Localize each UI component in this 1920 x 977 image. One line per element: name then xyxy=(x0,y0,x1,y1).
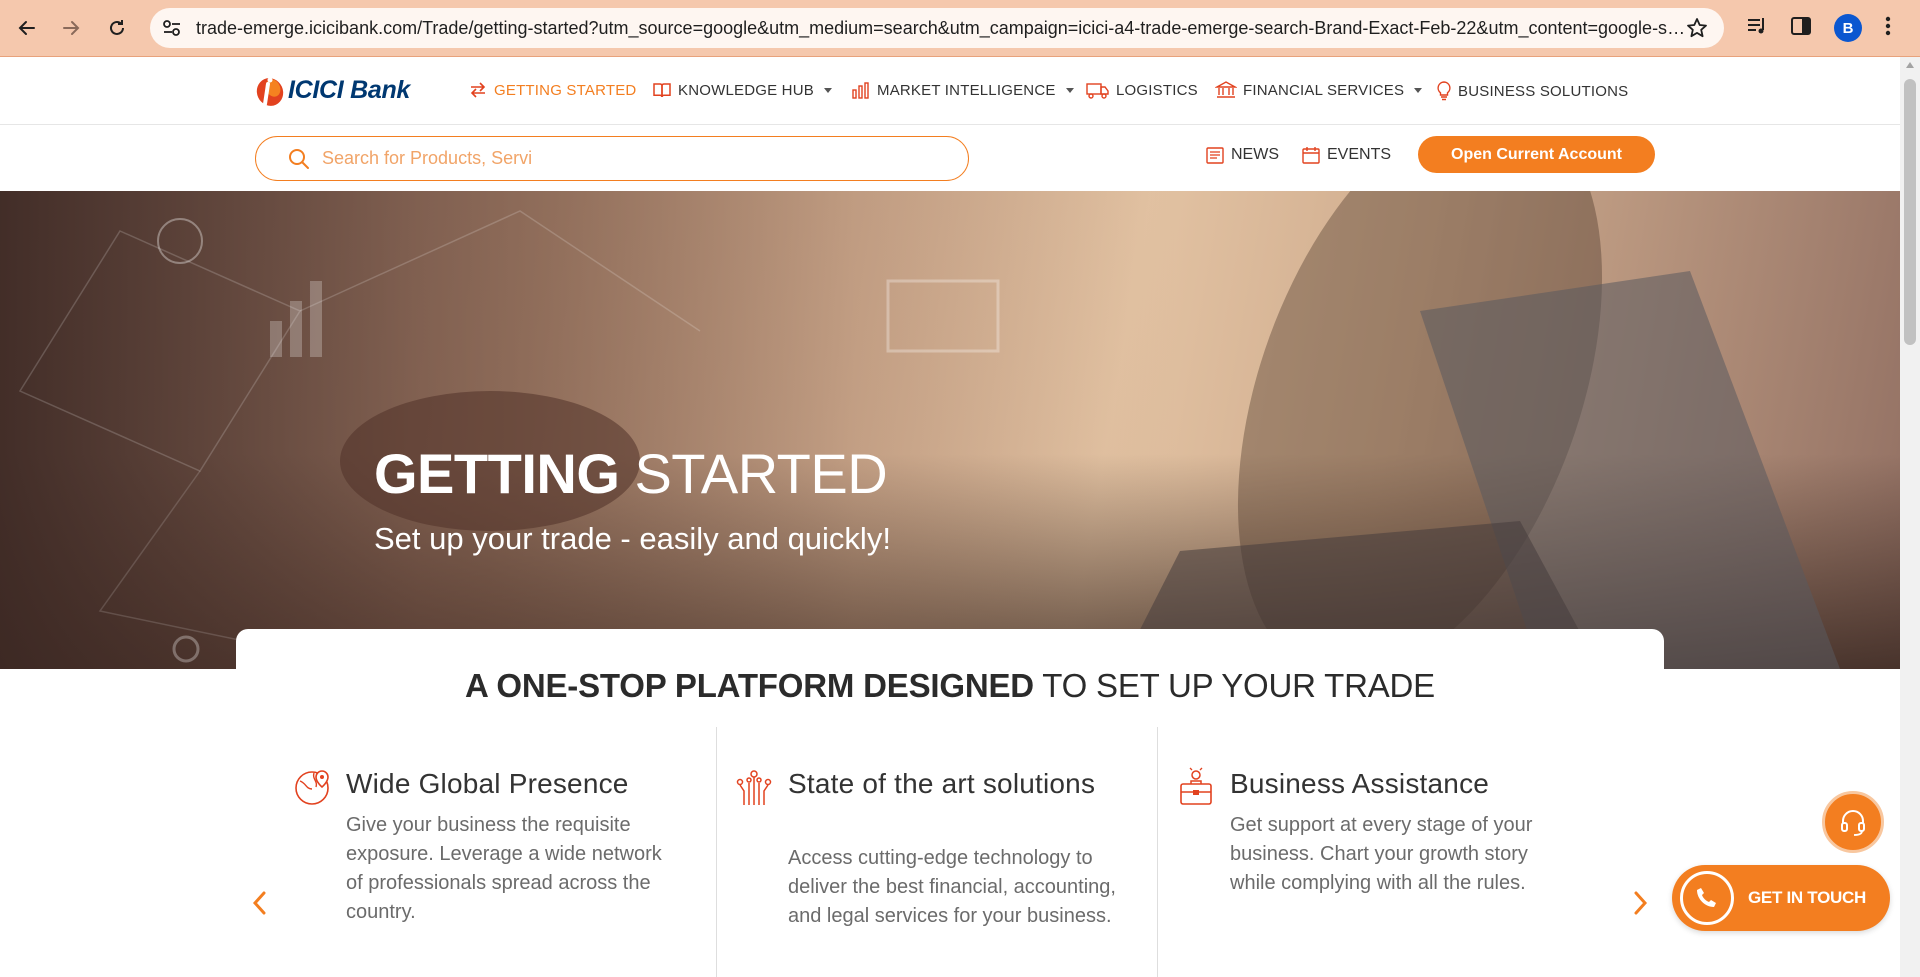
open-current-account-button[interactable]: Open Current Account xyxy=(1418,136,1655,173)
get-in-touch-button[interactable]: GET IN TOUCH xyxy=(1672,865,1890,931)
menu-knowledge-hub[interactable]: KNOWLEDGE HUB xyxy=(652,81,832,99)
bookmark-star-icon[interactable] xyxy=(1686,17,1708,39)
icici-logo[interactable]: ICICI Bank xyxy=(254,70,410,110)
chevron-down-icon xyxy=(823,87,832,93)
menu-label: KNOWLEDGE HUB xyxy=(678,81,814,99)
hero-title: GETTING STARTED xyxy=(374,441,888,506)
hero-subtitle: Set up your trade - easily and quickly! xyxy=(374,521,891,556)
arrows-exchange-icon xyxy=(470,82,486,98)
arrow-right-icon xyxy=(63,21,80,35)
carousel-next-icon[interactable] xyxy=(1630,889,1650,917)
icici-logo-mark-icon xyxy=(254,74,286,106)
hero-title-rest: STARTED xyxy=(619,442,888,505)
profile-avatar[interactable]: B xyxy=(1834,14,1862,42)
chevron-down-icon xyxy=(1065,87,1074,93)
phone-icon xyxy=(1697,888,1716,907)
arrow-left-icon xyxy=(18,21,35,35)
headset-icon xyxy=(1841,810,1865,836)
forward-button[interactable] xyxy=(56,13,86,43)
reload-icon xyxy=(110,20,124,35)
bank-icon xyxy=(1215,81,1237,98)
logo-text: ICICI Bank xyxy=(288,75,411,104)
menu-label: FINANCIAL SERVICES xyxy=(1243,81,1405,99)
search-icon[interactable] xyxy=(288,148,310,170)
feature-divider xyxy=(1157,727,1158,977)
kebab-menu-icon[interactable] xyxy=(1882,13,1894,39)
menu-label: MARKET INTELLIGENCE xyxy=(877,81,1056,99)
hero-title-bold: GETTING xyxy=(374,442,620,505)
menu-getting-started[interactable]: GETTING STARTED xyxy=(468,81,636,99)
events-label: EVENTS xyxy=(1327,146,1392,163)
hero-banner: GETTING STARTED Set up your trade - easi… xyxy=(0,191,1900,669)
bar-chart-icon xyxy=(852,82,869,99)
menu-business-solutions[interactable]: BUSINESS SOLUTIONS xyxy=(1436,81,1628,101)
page-scrollbar[interactable] xyxy=(1900,57,1920,977)
feature-description: Get support at every stage of your busin… xyxy=(1230,814,1533,894)
menu-logistics[interactable]: LOGISTICS xyxy=(1086,81,1198,99)
menu-financial-services[interactable]: FINANCIAL SERVICES xyxy=(1215,81,1423,99)
site-settings-icon[interactable] xyxy=(162,19,182,37)
news-link[interactable]: NEWS xyxy=(1205,145,1279,165)
top-navigation: ICICI Bank GETTING STARTED KNOWLEDGE HUB… xyxy=(0,57,1900,125)
feature-description: Give your business the requisite exposur… xyxy=(346,814,662,923)
carousel-prev-icon[interactable] xyxy=(250,889,270,917)
chevron-down-icon xyxy=(1414,87,1423,93)
back-button[interactable] xyxy=(12,13,42,43)
page-viewport: ICICI Bank GETTING STARTED KNOWLEDGE HUB… xyxy=(0,57,1900,977)
platform-heading-rest: TO SET UP YOUR TRADE xyxy=(1033,667,1435,704)
side-panel-icon[interactable] xyxy=(1790,13,1812,39)
phone-badge xyxy=(1680,871,1734,925)
feature-description: Access cutting-edge technology to delive… xyxy=(788,847,1116,927)
menu-label: BUSINESS SOLUTIONS xyxy=(1458,82,1629,100)
events-link[interactable]: EVENTS xyxy=(1301,145,1391,165)
browser-toolbar: trade-emerge.icicibank.com/Trade/getting… xyxy=(0,0,1920,57)
get-in-touch-label: GET IN TOUCH xyxy=(1748,888,1866,907)
book-icon xyxy=(653,83,671,98)
support-button[interactable] xyxy=(1822,791,1884,853)
calendar-icon xyxy=(1302,147,1320,164)
truck-icon xyxy=(1086,83,1109,99)
lightbulb-icon xyxy=(1437,81,1451,101)
platform-heading: A ONE-STOP PLATFORM DESIGNED TO SET UP Y… xyxy=(236,667,1664,705)
scroll-thumb[interactable] xyxy=(1904,79,1916,345)
news-label: NEWS xyxy=(1231,146,1279,163)
hero-background-graphic xyxy=(18,191,1840,669)
feature-title: Business Assistance xyxy=(1230,768,1490,799)
search-input[interactable] xyxy=(320,137,940,179)
sub-navigation: NEWS EVENTS Open Current Account xyxy=(0,125,1900,191)
address-bar[interactable]: trade-emerge.icicibank.com/Trade/getting… xyxy=(150,8,1724,48)
newspaper-icon xyxy=(1206,147,1224,164)
briefcase-person-icon xyxy=(1180,767,1212,805)
media-queue-icon[interactable] xyxy=(1746,13,1768,39)
feature-divider xyxy=(716,727,717,977)
menu-market-intelligence[interactable]: MARKET INTELLIGENCE xyxy=(851,81,1074,99)
circuit-icon xyxy=(736,770,772,805)
platform-card: A ONE-STOP PLATFORM DESIGNED TO SET UP Y… xyxy=(236,629,1664,977)
url-text[interactable]: trade-emerge.icicibank.com/Trade/getting… xyxy=(196,8,1686,48)
platform-heading-bold: A ONE-STOP PLATFORM DESIGNED xyxy=(465,667,1034,704)
feature-title: Wide Global Presence xyxy=(346,768,629,799)
reload-button[interactable] xyxy=(102,13,132,43)
menu-label: GETTING STARTED xyxy=(494,81,637,99)
feature-title: State of the art solutions xyxy=(788,768,1096,799)
scroll-up-icon[interactable] xyxy=(1906,62,1914,68)
menu-label: LOGISTICS xyxy=(1116,81,1198,99)
search-box[interactable] xyxy=(255,136,969,181)
globe-pin-icon xyxy=(295,770,329,805)
